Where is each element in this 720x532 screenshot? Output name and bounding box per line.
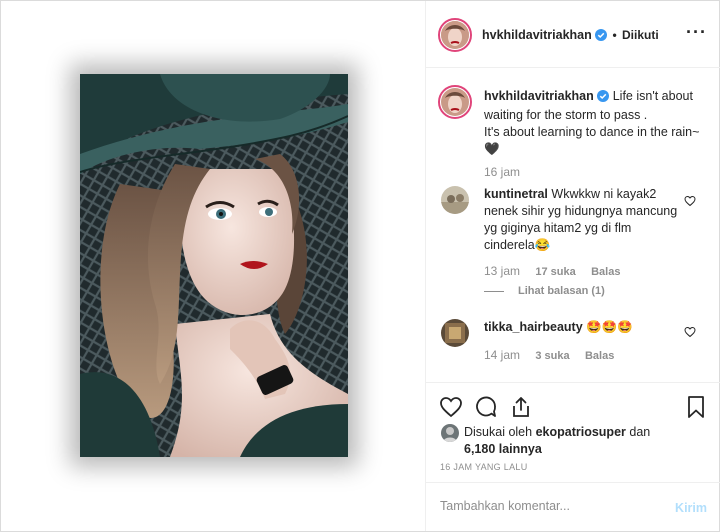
commenter-avatar[interactable] [441, 186, 469, 214]
likes-count[interactable]: 6,180 lainnya [464, 442, 542, 456]
comment-likes[interactable]: 17 suka [535, 266, 575, 278]
header-user-row: hvkhildavitriakhan • Diikuti [482, 28, 659, 44]
author-avatar[interactable] [441, 21, 469, 49]
more-options-icon[interactable]: ··· [686, 23, 707, 41]
view-replies-label: Lihat balasan (1) [518, 285, 605, 297]
post-sidebar: hvkhildavitriakhan • Diikuti ··· hvkhild… [425, 1, 720, 531]
comment-age[interactable]: 14 jam [484, 348, 520, 362]
verified-badge-icon [595, 29, 608, 44]
view-replies-button[interactable]: Lihat balasan (1) [484, 285, 605, 297]
save-icon[interactable] [684, 395, 708, 419]
caption-avatar[interactable] [441, 88, 469, 116]
likes-joiner: dan [629, 425, 651, 439]
post-comment-button[interactable]: Kirim [675, 501, 707, 515]
separator-dot: • [612, 28, 617, 42]
comment-1: kuntinetral Wkwkkw ni kayak2 nenek sihir… [484, 186, 684, 254]
follow-status-button[interactable]: Diikuti [622, 28, 659, 42]
liker-avatar[interactable] [441, 424, 459, 442]
comment-input[interactable] [440, 499, 660, 513]
share-icon[interactable] [509, 395, 533, 419]
like-icon[interactable] [439, 395, 463, 419]
comment-2-meta: 14 jam 3 suka Balas [484, 348, 614, 362]
comment-icon[interactable] [474, 395, 498, 419]
post-photo[interactable] [80, 74, 348, 457]
comment-username[interactable]: tikka_hairbeauty [484, 320, 583, 334]
liker-username[interactable]: ekopatriosuper [536, 425, 626, 439]
post-timestamp[interactable]: 16 JAM YANG LALU [440, 462, 528, 472]
verified-badge-icon [597, 90, 610, 107]
black-heart-emoji: 🖤 [484, 142, 500, 156]
comment-like-icon[interactable] [684, 195, 696, 207]
star-struck-emojis: 🤩🤩🤩 [586, 320, 633, 334]
comment-like-icon[interactable] [684, 326, 696, 338]
likes-prefix: Disukai oleh [464, 425, 533, 439]
post-header: hvkhildavitriakhan • Diikuti ··· [426, 1, 720, 68]
comment-username[interactable]: kuntinetral [484, 187, 548, 201]
likes-summary: Disukai oleh ekopatriosuper dan 6,180 la… [464, 424, 650, 458]
reply-button[interactable]: Balas [585, 350, 614, 362]
add-comment-bar: Kirim [426, 482, 720, 531]
comment-2: tikka_hairbeauty 🤩🤩🤩 [484, 319, 684, 336]
caption-line-2: It's about learning to dance in the rain… [484, 125, 700, 139]
caption-age[interactable]: 16 jam [484, 165, 520, 179]
comment-likes[interactable]: 3 suka [535, 350, 569, 362]
replies-divider [484, 290, 504, 292]
caption-text: hvkhildavitriakhan Life isn't about wait… [484, 88, 714, 158]
comment-age[interactable]: 13 jam [484, 264, 520, 278]
post-media-area [1, 1, 425, 531]
instagram-post: hvkhildavitriakhan • Diikuti ··· hvkhild… [0, 0, 720, 532]
commenter-avatar[interactable] [441, 319, 469, 347]
reply-button[interactable]: Balas [591, 266, 620, 278]
author-username[interactable]: hvkhildavitriakhan [482, 28, 592, 42]
caption-username[interactable]: hvkhildavitriakhan [484, 89, 594, 103]
comment-1-meta: 13 jam 17 suka Balas [484, 264, 620, 278]
laughing-emoji: 😂 [534, 238, 551, 252]
